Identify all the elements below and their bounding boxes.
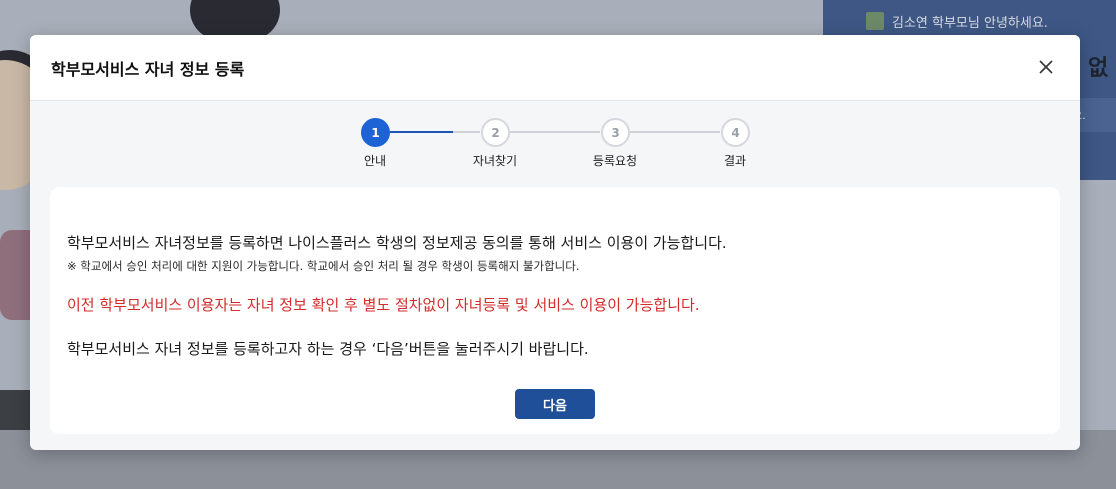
guide-text-main: 학부모서비스 자녀정보를 등록하면 나이스플러스 학생의 정보제공 동의를 통해…	[67, 234, 727, 252]
side-heading-fragment: 없	[1088, 56, 1109, 81]
guide-text-notice: 이전 학부모서비스 이용자는 자녀 정보 확인 후 별도 절차없이 자녀등록 및…	[67, 296, 700, 314]
illustration-head	[190, 0, 280, 40]
step-3-circle: 3	[601, 118, 630, 147]
step-progress-fill	[390, 131, 453, 133]
user-greeting: 김소연 학부모님 안녕하세요.	[892, 16, 1048, 31]
modal-header: 학부모서비스 자녀 정보 등록	[30, 35, 1080, 101]
modal-title: 학부모서비스 자녀 정보 등록	[51, 60, 245, 79]
next-button[interactable]: 다음	[515, 389, 595, 419]
step-4-label: 결과	[723, 154, 747, 168]
guide-text-note: ※ 학교에서 승인 처리에 대한 지원이 가능합니다. 학교에서 승인 처리 될…	[67, 259, 580, 273]
step-1-circle: 1	[361, 118, 390, 147]
user-icon	[866, 12, 884, 30]
step-3-label: 등록요청	[592, 154, 638, 168]
step-2-circle: 2	[481, 118, 510, 147]
close-icon	[1039, 60, 1053, 74]
close-button[interactable]	[1034, 55, 1058, 79]
step-connector-2-3	[510, 131, 600, 133]
step-2-label: 자녀찾기	[472, 154, 518, 168]
step-4-circle: 4	[721, 118, 750, 147]
step-1-label: 안내	[363, 154, 387, 168]
child-registration-modal: 학부모서비스 자녀 정보 등록 1 2 3 4 안내 자녀찾기 등록요청 결과 …	[30, 35, 1080, 450]
guide-content-card: 학부모서비스 자녀정보를 등록하면 나이스플러스 학생의 정보제공 동의를 통해…	[50, 187, 1060, 434]
guide-text-instruction: 학부모서비스 자녀 정보를 등록하고자 하는 경우 ‘다음’버튼을 눌러주시기 …	[67, 340, 589, 358]
step-connector-3-4	[630, 131, 720, 133]
step-indicator: 1 2 3 4 안내 자녀찾기 등록요청 결과	[30, 101, 1080, 189]
